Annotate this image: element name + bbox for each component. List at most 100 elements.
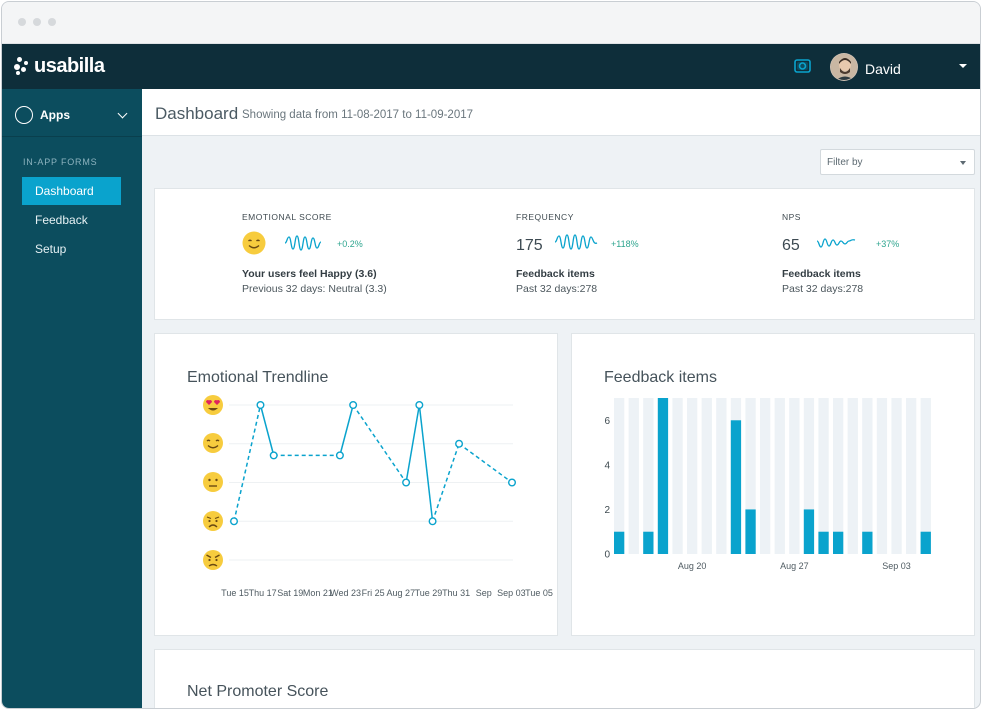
bar-track <box>789 398 800 554</box>
x-tick-label: Sep 03 <box>497 588 526 598</box>
filter-placeholder: Filter by <box>827 157 863 168</box>
sidebar-item-setup[interactable]: Setup <box>22 235 121 263</box>
bar[interactable] <box>745 509 756 554</box>
x-tick-label: Sep 03 <box>882 561 911 571</box>
emotional-trendline-chart: Tue 15 Thu 17 Sat 19 Mon 21Wed 23 Fri 25 Aug … <box>203 395 553 598</box>
sidebar: Apps IN-APP FORMS Dashboard Feedback Set… <box>2 89 142 708</box>
window-dot-maximize[interactable] <box>48 18 56 26</box>
user-menu-caret-icon[interactable] <box>959 64 967 68</box>
happy-emoji-icon <box>242 231 266 255</box>
trend-point[interactable] <box>256 400 265 409</box>
y-tick-label: 0 <box>604 550 610 561</box>
sidebar-item-feedback[interactable]: Feedback <box>22 206 121 234</box>
trend-segment <box>259 404 275 456</box>
x-tick-label: Tue 15 <box>221 588 249 598</box>
frequency-sparkline <box>554 234 598 250</box>
kpi-label: FREQUENCY <box>516 212 574 222</box>
bar[interactable] <box>614 531 625 554</box>
trend-point[interactable] <box>428 517 437 526</box>
date-range-text: Showing data from 11-08-2017 to 11-09-20… <box>242 109 474 121</box>
support-icon[interactable] <box>794 58 811 74</box>
y-tick-label: 2 <box>604 505 610 516</box>
trend-segment-dashed <box>458 443 513 484</box>
trend-point[interactable] <box>269 451 278 460</box>
bar[interactable] <box>803 509 815 554</box>
bar-track <box>716 398 727 554</box>
trend-point[interactable] <box>335 451 344 460</box>
bar-track <box>687 398 698 554</box>
x-tick-label: Tue 05 <box>525 588 553 598</box>
feedback-items-chart: 0 2 4 6 Aug 20 Aug 27 Sep 03 <box>604 398 931 571</box>
kpi-comparison: Past 32 days:278 <box>782 283 864 295</box>
bar-track <box>818 398 829 554</box>
bar[interactable] <box>643 531 654 554</box>
x-tick-label: Sep <box>476 588 492 598</box>
top-navigation-bar: usabilla David <box>2 44 980 89</box>
window-dot-minimize[interactable] <box>33 18 41 26</box>
happy-emoji-icon <box>203 433 223 453</box>
kpi-summary-card: EMOTIONAL SCORE +0.2% Your users feel Ha… <box>154 188 975 320</box>
kpi-delta: +0.2% <box>337 239 363 249</box>
page-title: Dashboard <box>155 104 239 123</box>
kpi-delta: +37% <box>876 239 900 249</box>
feedback-items-card: Feedback items 0246 Aug 20 Aug 27 Sep 03 <box>571 333 975 636</box>
filter-select[interactable]: Filter by <box>820 149 975 175</box>
apps-switcher[interactable]: Apps <box>2 89 142 137</box>
window-chrome <box>2 2 980 44</box>
angry-emoji-icon <box>203 550 223 570</box>
trend-segment <box>418 404 434 522</box>
chevron-down-icon <box>960 161 966 165</box>
window-dot-close[interactable] <box>18 18 26 26</box>
trend-point[interactable] <box>455 439 464 448</box>
bar[interactable] <box>833 531 844 554</box>
user-avatar-icon <box>831 54 857 80</box>
bar[interactable] <box>657 398 669 554</box>
bar-track <box>847 398 858 554</box>
trend-segment-dashed <box>233 404 262 522</box>
bar-track <box>643 398 654 554</box>
bar[interactable] <box>920 531 931 554</box>
bar-track <box>672 398 683 554</box>
page-header: Dashboard Showing data from 11-08-2017 t… <box>142 89 980 136</box>
x-tick-label: Aug 27 <box>387 588 416 598</box>
x-tick-label: Aug 27 <box>780 561 809 571</box>
kpi-headline: Feedback items <box>782 268 861 280</box>
user-avatar[interactable] <box>830 53 858 81</box>
kpi-headline: Feedback items <box>516 268 595 280</box>
trend-point[interactable] <box>508 478 517 487</box>
kpi-delta: +118% <box>611 239 639 249</box>
trend-point[interactable] <box>402 478 411 487</box>
brand-name: usabilla <box>34 54 105 77</box>
bar-track <box>876 398 888 554</box>
bar-track <box>920 398 931 554</box>
kpi-comparison: Previous 32 days: Neutral (3.3) <box>242 283 387 295</box>
bar-track <box>891 398 902 554</box>
bar-track <box>614 398 625 554</box>
x-tick-label: Tue 29 <box>415 588 443 598</box>
x-tick-label: Mon 21 <box>303 588 333 598</box>
usabilla-logo-icon <box>14 57 30 75</box>
sidebar-item-dashboard[interactable]: Dashboard <box>22 177 121 205</box>
y-tick-label: 4 <box>604 460 610 471</box>
bar[interactable] <box>862 531 873 554</box>
bar[interactable] <box>818 531 829 554</box>
trend-point[interactable] <box>415 400 424 409</box>
apps-label: Apps <box>40 108 70 122</box>
sidebar-section-label: IN-APP FORMS <box>23 157 98 167</box>
bar[interactable] <box>730 420 742 554</box>
bar-track <box>833 398 844 554</box>
y-tick-label: 6 <box>604 416 610 427</box>
love-emoji-icon <box>203 395 223 415</box>
nps-card: Net Promoter Score <box>154 649 975 708</box>
apps-icon <box>15 106 33 124</box>
user-name[interactable]: David <box>865 61 901 77</box>
x-tick-label: Thu 17 <box>249 588 277 598</box>
sad-emoji-icon <box>203 511 223 531</box>
chevron-down-icon <box>117 108 128 119</box>
brand-logo[interactable]: usabilla <box>14 54 105 77</box>
browser-window: usabilla David Apps IN-APP FORMS Dashboa… <box>1 1 981 709</box>
chart-title: Net Promoter Score <box>187 683 329 700</box>
x-tick-label: Thu 31 <box>442 588 470 598</box>
trend-point[interactable] <box>229 517 238 526</box>
trend-point[interactable] <box>349 400 358 409</box>
